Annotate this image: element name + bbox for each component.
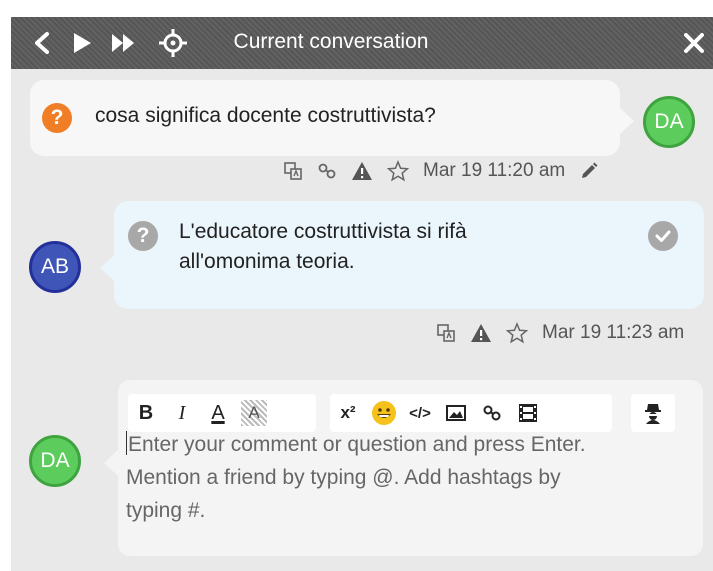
star-icon[interactable] <box>506 322 528 344</box>
highlight-button[interactable]: A <box>241 400 267 426</box>
superscript-button[interactable]: x² <box>330 394 366 432</box>
bold-button[interactable]: B <box>128 394 164 432</box>
play-button[interactable] <box>69 27 95 59</box>
link-button[interactable] <box>474 394 510 432</box>
spy-icon <box>645 404 661 424</box>
crosshair-icon <box>159 29 187 57</box>
insert-toolbar: x² </> <box>330 394 612 432</box>
warning-icon[interactable] <box>351 161 373 181</box>
image-icon <box>446 405 466 421</box>
anonymous-button[interactable] <box>631 394 675 432</box>
question-status-icon: ? <box>42 103 72 133</box>
warning-icon[interactable] <box>470 323 492 343</box>
avatar[interactable]: AB <box>29 241 81 293</box>
link-icon[interactable] <box>317 161 337 181</box>
comment-placeholder: Enter your comment or question and press… <box>126 431 586 522</box>
video-button[interactable] <box>510 394 546 432</box>
accept-answer-button[interactable] <box>648 221 678 251</box>
back-button[interactable] <box>29 27 55 59</box>
message-timestamp: Mar 19 11:20 am <box>423 160 566 181</box>
check-icon <box>655 230 671 242</box>
conversation-panel: Current conversation ? cosa significa do… <box>11 17 713 571</box>
image-button[interactable] <box>438 394 474 432</box>
font-color-button[interactable]: A <box>200 394 236 432</box>
message-meta: Mar 19 11:20 am <box>283 160 599 182</box>
close-button[interactable] <box>681 27 707 59</box>
fast-forward-button[interactable] <box>109 27 139 59</box>
star-icon[interactable] <box>387 160 409 182</box>
translate-icon[interactable] <box>436 323 456 343</box>
panel-header: Current conversation <box>11 17 713 69</box>
italic-button[interactable]: I <box>164 394 200 432</box>
play-icon <box>74 33 91 53</box>
message-timestamp: Mar 19 11:23 am <box>542 322 685 343</box>
anonymous-toolbar <box>631 394 675 432</box>
avatar[interactable]: DA <box>643 96 695 148</box>
emoji-icon <box>372 401 396 425</box>
translate-icon[interactable] <box>283 161 303 181</box>
code-button[interactable]: </> <box>402 394 438 432</box>
film-icon <box>519 404 537 422</box>
answer-status-icon: ? <box>128 221 158 251</box>
avatar[interactable]: DA <box>29 435 81 487</box>
message-meta: Mar 19 11:23 am <box>436 322 684 344</box>
fast-forward-icon <box>112 34 134 52</box>
locate-button[interactable] <box>157 27 189 59</box>
emoji-button[interactable] <box>366 394 402 432</box>
close-icon <box>684 33 704 53</box>
text-caret <box>126 431 127 455</box>
format-toolbar: B I A A <box>128 394 316 432</box>
panel-title: Current conversation <box>233 30 429 53</box>
chevron-left-icon <box>35 32 49 54</box>
message-text: L'educatore costruttivista si rifà all'o… <box>179 220 467 273</box>
message-text: cosa significa docente costruttivista? <box>95 104 436 127</box>
edit-icon[interactable] <box>579 161 599 181</box>
link-icon <box>483 405 501 421</box>
